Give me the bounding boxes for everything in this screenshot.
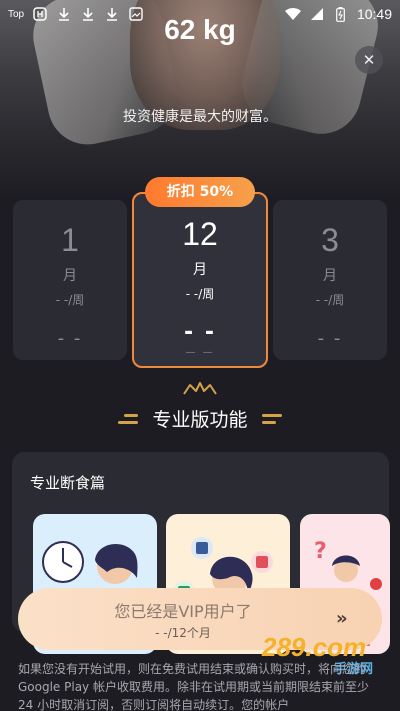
cta-label: 您已经是VIP用户了 bbox=[114, 602, 252, 621]
pro-section-title: 专业版功能 bbox=[152, 409, 248, 431]
plan-unit: 月 bbox=[193, 262, 207, 278]
plan-price: - - bbox=[184, 320, 216, 345]
plan-number: 3 bbox=[321, 222, 339, 258]
plan-card-3-month[interactable]: 3 月 - -/周 - - bbox=[273, 200, 387, 360]
plan-card-12-month[interactable]: 12 月 - -/周 - - — — bbox=[132, 192, 268, 368]
plan-per-week: - -/周 bbox=[55, 293, 85, 307]
plan-unit: 月 bbox=[323, 268, 337, 284]
plan-per-week: - -/周 bbox=[315, 293, 345, 307]
plan-per-week: - -/周 bbox=[185, 287, 215, 301]
close-icon: ✕ bbox=[362, 51, 376, 69]
pro-section-header: 专业版功能 bbox=[0, 405, 400, 432]
plan-number: 1 bbox=[61, 222, 79, 258]
panel-title: 专业断食篇 bbox=[30, 474, 106, 492]
discount-badge: 折扣 50% bbox=[145, 177, 255, 207]
close-button[interactable]: ✕ bbox=[355, 46, 383, 74]
plan-price: - - bbox=[57, 328, 83, 349]
tagline: 投资健康是最大的财富。 bbox=[123, 109, 277, 125]
plan-original-price: — — bbox=[185, 347, 215, 358]
subscription-disclaimer: 如果您没有开始试用，则在免费试用结束或确认购买时，将向您的 Google Pla… bbox=[18, 662, 369, 711]
weight-value: 62 kg bbox=[164, 14, 236, 45]
plan-card-1-month[interactable]: 1 月 - -/周 - - bbox=[13, 200, 127, 360]
plan-number: 12 bbox=[182, 216, 218, 252]
deco-lines-left-icon bbox=[118, 412, 139, 426]
crown-icon bbox=[183, 382, 217, 395]
plan-unit: 月 bbox=[63, 268, 77, 284]
double-chevron-right-icon: » bbox=[336, 608, 348, 629]
svg-text:?: ? bbox=[314, 539, 327, 564]
plan-price: - - bbox=[317, 328, 343, 349]
deco-lines-right-icon bbox=[261, 412, 282, 426]
